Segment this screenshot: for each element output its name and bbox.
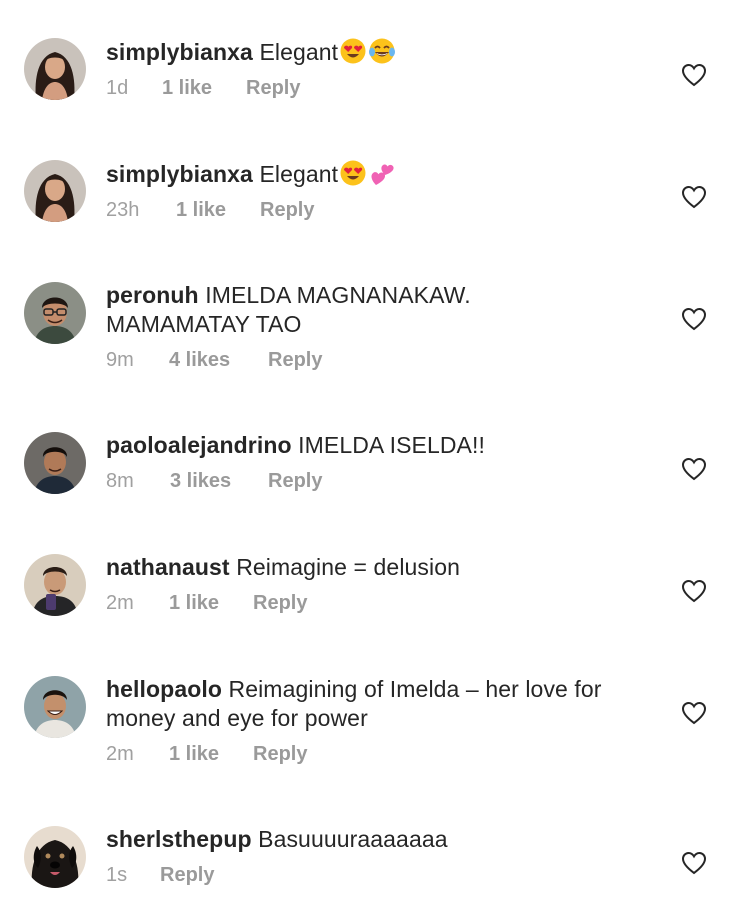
avatar[interactable] xyxy=(24,160,86,222)
comment-text: hellopaolo Reimagining of Imelda – her l… xyxy=(106,675,666,733)
comment-timestamp: 23h xyxy=(106,199,140,221)
two-hearts-emoji-icon xyxy=(368,159,396,187)
avatar[interactable] xyxy=(24,676,86,738)
comment-username[interactable]: paoloalejandrino xyxy=(106,432,292,458)
like-heart-icon[interactable] xyxy=(681,457,707,481)
avatar[interactable] xyxy=(24,554,86,616)
comment-username[interactable]: simplybianxa xyxy=(106,161,253,187)
reply-button[interactable]: Reply xyxy=(246,75,300,101)
comment-body: Basuuuuraaaaaaa xyxy=(258,826,448,852)
like-heart-icon[interactable] xyxy=(681,579,707,603)
comment-timestamp: 2m xyxy=(106,592,134,614)
reply-button[interactable]: Reply xyxy=(160,862,214,888)
reply-button[interactable]: Reply xyxy=(253,741,307,767)
comment-body: IMELDA MAGNANAKAW. xyxy=(205,282,471,308)
comment-body: Reimagining of Imelda – her love for xyxy=(228,676,602,702)
like-heart-icon[interactable] xyxy=(681,851,707,875)
comment-likes[interactable]: 1 like xyxy=(169,741,253,767)
man-glasses-avatar-icon xyxy=(24,282,86,344)
comment-likes[interactable]: 1 like xyxy=(169,590,253,616)
comment-meta: 2m 1 like Reply xyxy=(106,590,666,616)
comment-username[interactable]: hellopaolo xyxy=(106,676,222,702)
comment-timestamp: 8m xyxy=(106,470,134,492)
comment-meta: 1d 1 like Reply xyxy=(106,75,666,101)
comment-timestamp: 9m xyxy=(106,349,134,371)
comment-meta: 9m 4 likes Reply xyxy=(106,347,666,373)
like-heart-icon[interactable] xyxy=(681,307,707,331)
comment-body-line-2: MAMAMATAY TAO xyxy=(106,311,302,337)
comment-text: simplybianxa Elegant xyxy=(106,159,666,189)
comment-text: peronuh IMELDA MAGNANAKAW. MAMAMATAY TAO xyxy=(106,281,666,339)
avatar[interactable] xyxy=(24,282,86,344)
reply-button[interactable]: Reply xyxy=(268,347,322,373)
comment-timestamp: 1d xyxy=(106,77,129,99)
comment-likes[interactable]: 1 like xyxy=(176,197,260,223)
comment-meta: 8m 3 likes Reply xyxy=(106,468,666,494)
comment-body-line-2: money and eye for power xyxy=(106,705,368,731)
comment-username[interactable]: simplybianxa xyxy=(106,39,253,65)
comment-body: IMELDA ISELDA!! xyxy=(298,432,485,458)
comment-username[interactable]: sherlsthepup xyxy=(106,826,252,852)
comment-body: Reimagine = delusion xyxy=(236,554,461,580)
comment-likes[interactable]: 1 like xyxy=(162,75,246,101)
man-dark-hair-avatar-icon xyxy=(24,432,86,494)
comment-text: nathanaust Reimagine = delusion xyxy=(106,553,666,582)
comment-likes[interactable]: 3 likes xyxy=(170,468,268,494)
woman-long-hair-avatar-icon xyxy=(24,160,86,222)
man-selfie-avatar-icon xyxy=(24,554,86,616)
man-smiling-avatar-icon xyxy=(24,676,86,738)
black-dog-avatar-icon xyxy=(24,826,86,888)
reply-button[interactable]: Reply xyxy=(260,197,314,223)
like-heart-icon[interactable] xyxy=(681,701,707,725)
comment-timestamp: 1s xyxy=(106,864,128,886)
comment-timestamp: 2m xyxy=(106,743,134,765)
like-heart-icon[interactable] xyxy=(681,63,707,87)
comment-meta: 23h 1 like Reply xyxy=(106,197,666,223)
reply-button[interactable]: Reply xyxy=(253,590,307,616)
heart-eyes-emoji-icon xyxy=(339,37,367,65)
comment-username[interactable]: peronuh xyxy=(106,282,199,308)
heart-eyes-emoji-icon xyxy=(339,159,367,187)
avatar[interactable] xyxy=(24,432,86,494)
comment-meta: 1s Reply xyxy=(106,862,666,888)
comment-text: simplybianxa Elegant xyxy=(106,37,666,67)
comment-body: Elegant xyxy=(259,39,339,65)
woman-long-hair-avatar-icon xyxy=(24,38,86,100)
like-heart-icon[interactable] xyxy=(681,185,707,209)
avatar[interactable] xyxy=(24,38,86,100)
comment-username[interactable]: nathanaust xyxy=(106,554,230,580)
comment-text: sherlsthepup Basuuuuraaaaaaa xyxy=(106,825,666,854)
comment-meta: 2m 1 like Reply xyxy=(106,741,666,767)
comment-text: paoloalejandrino IMELDA ISELDA!! xyxy=(106,431,666,460)
comment-likes[interactable]: 4 likes xyxy=(169,347,268,373)
reply-button[interactable]: Reply xyxy=(268,468,322,494)
comment-body: Elegant xyxy=(259,161,339,187)
tears-of-joy-emoji-icon xyxy=(368,37,396,65)
avatar[interactable] xyxy=(24,826,86,888)
